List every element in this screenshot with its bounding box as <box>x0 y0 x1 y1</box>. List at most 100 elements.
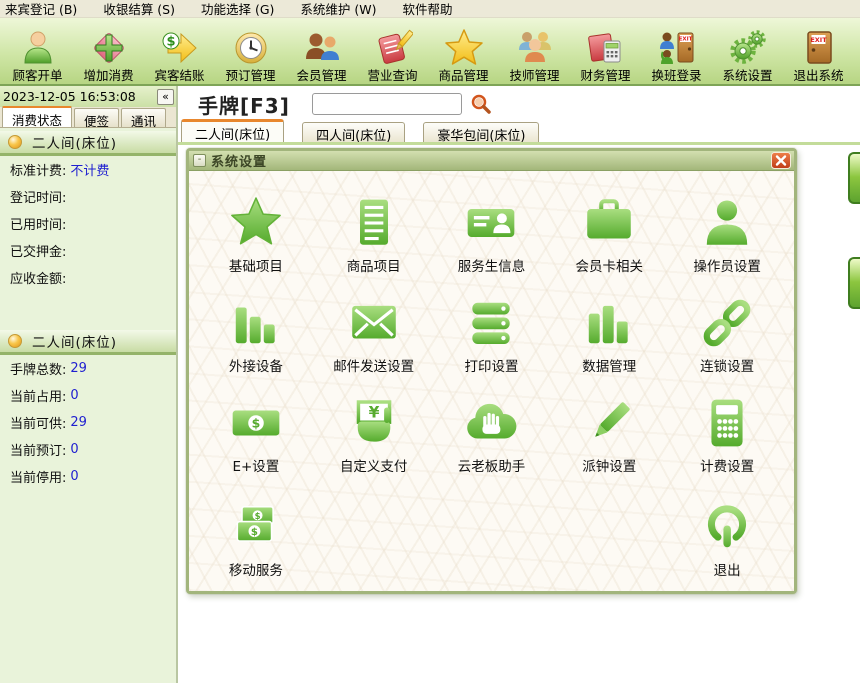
settings-item-operator[interactable]: 操作员设置 <box>668 181 786 281</box>
settings-item-label: 移动服务 <box>229 559 283 579</box>
settings-item-member-card[interactable]: 会员卡相关 <box>550 181 668 281</box>
two-people-icon <box>302 28 342 68</box>
status-ball-icon <box>8 334 22 348</box>
toolbar-member-button[interactable]: 会员管理 <box>286 19 357 83</box>
bed-tag-button-partial[interactable] <box>848 152 860 204</box>
exit-door-icon: EXIT <box>799 28 839 68</box>
toolbar-technician-button[interactable]: 技师管理 <box>499 19 570 83</box>
settings-item-label: 基础项目 <box>229 255 283 275</box>
settings-item-chain[interactable]: 连锁设置 <box>668 281 786 381</box>
close-icon[interactable] <box>771 152 791 169</box>
settings-item-label: 邮件发送设置 <box>333 355 414 375</box>
toolbar-checkout-button[interactable]: $ 宾客结账 <box>144 19 215 83</box>
sidebar-tab-notes[interactable]: 便签 <box>74 108 119 127</box>
cloud-hand-icon <box>463 395 519 451</box>
toolbar-reservation-button[interactable]: 预订管理 <box>215 19 286 83</box>
toolbar-add-consume-button[interactable]: 增加消费 <box>73 19 144 83</box>
toolbar-goods-button[interactable]: 商品管理 <box>428 19 499 83</box>
settings-item-label: 自定义支付 <box>340 455 408 475</box>
field-label: 已用时间: <box>10 214 66 233</box>
settings-item-billing[interactable]: 计费设置 <box>668 381 786 481</box>
field-used-time: 已用时间: <box>0 210 176 237</box>
dialog-titlebar: - 系统设置 <box>189 151 794 171</box>
settings-item-custom-pay[interactable]: ¥ 自定义支付 <box>315 381 433 481</box>
settings-item-exit[interactable]: 退出 <box>668 481 786 585</box>
menubar: 来宾登记 (B) 收银结算 (S) 功能选择 (G) 系统维护 (W) 软件帮助 <box>0 0 860 18</box>
sidebar-tab-consume-status[interactable]: 消费状态 <box>2 106 72 127</box>
field-label: 当前可供: <box>10 413 66 432</box>
system-settings-dialog: - 系统设置 基础项目 商品项目 <box>186 148 797 594</box>
main-tabs: 二人间(床位) 四人间(床位) 豪华包间(床位) <box>178 122 860 145</box>
settings-item-label: 云老板助手 <box>458 455 526 475</box>
field-label: 当前占用: <box>10 386 66 405</box>
menu-item-help[interactable]: 软件帮助 <box>403 0 453 18</box>
field-tag-total: 手牌总数: 29 <box>0 355 176 382</box>
chain-link-icon <box>699 295 755 351</box>
people-group-icon <box>515 28 555 68</box>
menu-item-guest-register[interactable]: 来宾登记 (B) <box>5 0 77 18</box>
settings-item-goods[interactable]: 商品项目 <box>315 181 433 281</box>
field-deposit-paid: 已交押金: <box>0 237 176 264</box>
svg-text:EXIT: EXIT <box>810 36 827 44</box>
section-header-room-stats: 二人间(床位) <box>0 330 176 355</box>
settings-item-label: E+设置 <box>232 455 279 475</box>
settings-item-print[interactable]: 打印设置 <box>433 281 551 381</box>
menu-item-cashier[interactable]: 收银结算 (S) <box>103 0 175 18</box>
hand-tag-search-input[interactable] <box>312 93 462 115</box>
settings-item-waiter-info[interactable]: 服务生信息 <box>433 181 551 281</box>
settings-item-label: 操作员设置 <box>693 255 761 275</box>
field-label: 当前预订: <box>10 440 66 459</box>
datetime-text: 2023-12-05 16:53:08 <box>3 89 136 104</box>
toolbar-finance-button[interactable]: 财务管理 <box>570 19 641 83</box>
sidebar-collapse-button[interactable]: « <box>157 89 174 105</box>
main-header: 手牌[F3] <box>178 86 860 122</box>
toolbar-label: 会员管理 <box>296 68 346 83</box>
tab-four-person-room[interactable]: 四人间(床位) <box>302 122 405 142</box>
settings-item-label: 会员卡相关 <box>576 255 644 275</box>
toolbar-label: 增加消费 <box>83 68 133 83</box>
field-occupied: 当前占用: 0 <box>0 382 176 409</box>
banknotes-icon: $ $ <box>228 499 284 555</box>
toolbar-label: 预订管理 <box>225 68 275 83</box>
sidebar: 2023-12-05 16:53:08 « 消费状态 便签 通讯 二人间(床位)… <box>0 86 178 683</box>
search-icon[interactable] <box>470 93 492 115</box>
settings-item-mail[interactable]: 邮件发送设置 <box>315 281 433 381</box>
settings-item-label: 派钟设置 <box>582 455 636 475</box>
menu-item-maintenance[interactable]: 系统维护 (W) <box>300 0 376 18</box>
star-icon <box>228 195 284 251</box>
toolbar-business-query-button[interactable]: 营业查询 <box>357 19 428 83</box>
settings-item-data-manage[interactable]: 数据管理 <box>550 281 668 381</box>
field-value: 29 <box>70 361 87 376</box>
settings-item-dispatch[interactable]: 派钟设置 <box>550 381 668 481</box>
menu-item-functions[interactable]: 功能选择 (G) <box>201 0 274 18</box>
toolbar-label: 宾客结账 <box>154 68 204 83</box>
bar-chart-icon <box>228 295 284 351</box>
settings-item-eplus[interactable]: $ E+设置 <box>197 381 315 481</box>
toolbar-exit-system-button[interactable]: EXIT 退出系统 <box>783 19 854 83</box>
settings-item-mobile-service[interactable]: $ $ 移动服务 <box>197 481 315 585</box>
settings-item-base[interactable]: 基础项目 <box>197 181 315 281</box>
field-label: 已交押金: <box>10 241 66 260</box>
section-title: 二人间(床位) <box>32 132 117 152</box>
toolbar-shift-login-button[interactable]: EXIT 换班登录 <box>641 19 712 83</box>
field-value: 0 <box>70 442 78 457</box>
settings-item-cloud-boss[interactable]: 云老板助手 <box>433 381 551 481</box>
tab-luxury-room[interactable]: 豪华包间(床位) <box>423 122 539 142</box>
settings-item-external-device[interactable]: 外接设备 <box>197 281 315 381</box>
envelope-icon <box>346 295 402 351</box>
tab-two-person-room[interactable]: 二人间(床位) <box>181 119 284 142</box>
field-value: 0 <box>70 469 78 484</box>
sidebar-tabs: 消费状态 便签 通讯 <box>0 107 176 128</box>
field-reserved: 当前预订: 0 <box>0 436 176 463</box>
settings-item-label: 连锁设置 <box>700 355 754 375</box>
bar-chart-icon <box>581 295 637 351</box>
sidebar-tab-comms[interactable]: 通讯 <box>121 108 166 127</box>
toolbar-open-order-button[interactable]: 顾客开单 <box>2 19 73 83</box>
svg-text:$: $ <box>252 416 261 431</box>
settings-item-label: 数据管理 <box>582 355 636 375</box>
calculator-icon <box>699 395 755 451</box>
bed-tag-button-partial[interactable] <box>848 257 860 309</box>
toolbar-system-settings-button[interactable]: 系统设置 <box>712 19 783 83</box>
settings-item-label: 商品项目 <box>347 255 401 275</box>
cash-hand-icon: ¥ <box>346 395 402 451</box>
